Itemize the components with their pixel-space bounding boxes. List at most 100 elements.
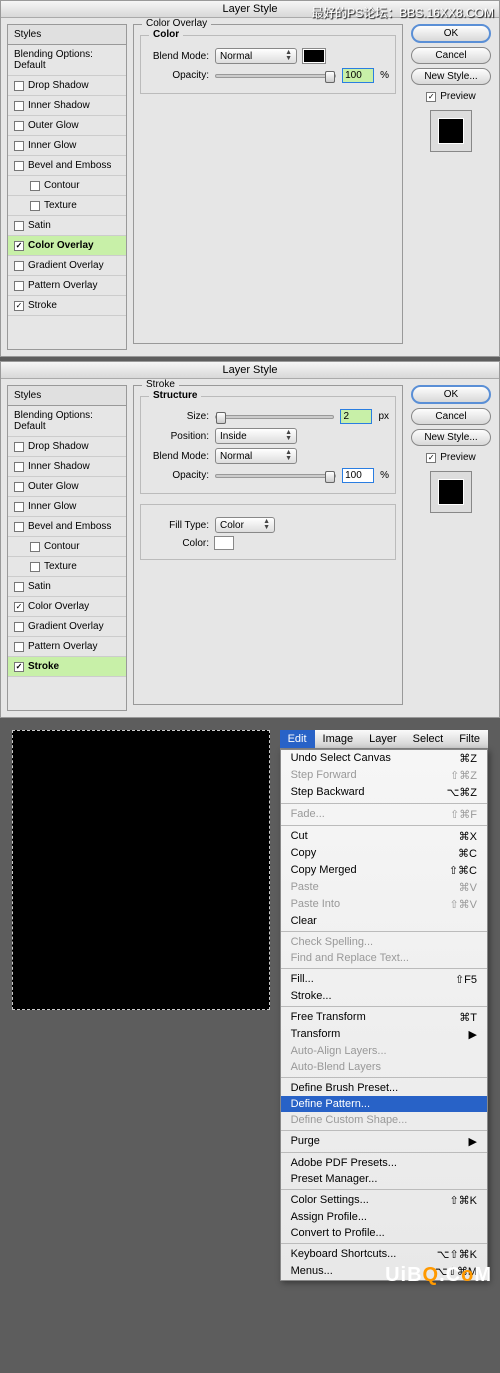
- overlay-color-swatch[interactable]: [303, 49, 325, 63]
- menu-filte[interactable]: Filte: [451, 730, 488, 748]
- position-select[interactable]: Inside▲▼: [215, 428, 297, 444]
- checkbox[interactable]: [14, 582, 24, 592]
- new-style-button[interactable]: New Style...: [411, 429, 491, 446]
- style-item-gradient-overlay[interactable]: Gradient Overlay: [8, 256, 126, 276]
- style-item-pattern-overlay[interactable]: Pattern Overlay: [8, 637, 126, 657]
- style-item-inner-shadow[interactable]: Inner Shadow: [8, 457, 126, 477]
- style-item-inner-glow[interactable]: Inner Glow: [8, 497, 126, 517]
- checkbox[interactable]: [14, 602, 24, 612]
- style-item-contour[interactable]: Contour: [8, 176, 126, 196]
- menu-item-adobe-pdf-presets-[interactable]: Adobe PDF Presets...: [281, 1155, 487, 1171]
- stroke-color-swatch[interactable]: [215, 537, 233, 549]
- menu-edit[interactable]: Edit: [280, 730, 315, 748]
- checkbox[interactable]: [30, 562, 40, 572]
- checkbox[interactable]: [14, 301, 24, 311]
- style-item-inner-glow[interactable]: Inner Glow: [8, 136, 126, 156]
- style-item-bevel-and-emboss[interactable]: Bevel and Emboss: [8, 156, 126, 176]
- checkbox[interactable]: [14, 241, 24, 251]
- preview-checkbox[interactable]: [426, 453, 436, 463]
- cancel-button[interactable]: Cancel: [411, 408, 491, 425]
- style-item-texture[interactable]: Texture: [8, 196, 126, 216]
- blend-mode-select[interactable]: Normal▲▼: [215, 48, 297, 64]
- menu-item-stroke-[interactable]: Stroke...: [281, 988, 487, 1004]
- size-slider[interactable]: [215, 415, 334, 419]
- cancel-button[interactable]: Cancel: [411, 47, 491, 64]
- style-item-contour[interactable]: Contour: [8, 537, 126, 557]
- checkbox[interactable]: [14, 161, 24, 171]
- menu-item-define-brush-preset-[interactable]: Define Brush Preset...: [281, 1080, 487, 1096]
- menu-item-step-backward[interactable]: Step Backward⌥⌘Z: [281, 784, 487, 801]
- style-item-stroke[interactable]: Stroke: [8, 657, 126, 677]
- menu-item-copy-merged[interactable]: Copy Merged⇧⌘C: [281, 862, 487, 879]
- menu-image[interactable]: Image: [315, 730, 362, 748]
- menu-item-convert-to-profile-[interactable]: Convert to Profile...: [281, 1225, 487, 1241]
- checkbox[interactable]: [14, 442, 24, 452]
- menu-select[interactable]: Select: [405, 730, 452, 748]
- checkbox[interactable]: [14, 121, 24, 131]
- menu-item-copy[interactable]: Copy⌘C: [281, 845, 487, 862]
- style-item-outer-glow[interactable]: Outer Glow: [8, 477, 126, 497]
- size-input[interactable]: 2: [340, 409, 372, 424]
- style-item-color-overlay[interactable]: Color Overlay: [8, 597, 126, 617]
- menu-item-free-transform[interactable]: Free Transform⌘T: [281, 1009, 487, 1026]
- new-style-button[interactable]: New Style...: [411, 68, 491, 85]
- menu-item-transform[interactable]: Transform▶: [281, 1026, 487, 1043]
- ok-button[interactable]: OK: [411, 385, 491, 404]
- checkbox[interactable]: [30, 542, 40, 552]
- menu-item-define-pattern-[interactable]: Define Pattern...: [281, 1096, 487, 1112]
- checkbox[interactable]: [30, 181, 40, 191]
- preview-checkbox[interactable]: [426, 92, 436, 102]
- style-item-outer-glow[interactable]: Outer Glow: [8, 116, 126, 136]
- checkbox[interactable]: [14, 462, 24, 472]
- styles-header[interactable]: Styles: [8, 386, 126, 406]
- opacity-input[interactable]: 100: [342, 468, 374, 483]
- styles-header[interactable]: Styles: [8, 25, 126, 45]
- style-item-gradient-overlay[interactable]: Gradient Overlay: [8, 617, 126, 637]
- ok-button[interactable]: OK: [411, 24, 491, 43]
- menu-item-color-settings-[interactable]: Color Settings...⇧⌘K: [281, 1192, 487, 1209]
- opacity-slider[interactable]: [215, 474, 336, 478]
- menu-item-define-custom-shape-: Define Custom Shape...: [281, 1112, 487, 1128]
- style-item-drop-shadow[interactable]: Drop Shadow: [8, 437, 126, 457]
- menu-layer[interactable]: Layer: [361, 730, 405, 748]
- checkbox[interactable]: [14, 141, 24, 151]
- style-item-satin[interactable]: Satin: [8, 577, 126, 597]
- menu-item-label: Find and Replace Text...: [291, 952, 409, 964]
- checkbox[interactable]: [14, 101, 24, 111]
- opacity-slider[interactable]: [215, 74, 336, 78]
- checkbox[interactable]: [14, 221, 24, 231]
- blending-options[interactable]: Blending Options: Default: [8, 45, 126, 76]
- checkbox[interactable]: [14, 522, 24, 532]
- checkbox[interactable]: [14, 502, 24, 512]
- menu-item-purge[interactable]: Purge▶: [281, 1133, 487, 1150]
- checkbox[interactable]: [14, 261, 24, 271]
- menu-item-shortcut: ⇧⌘V: [449, 898, 477, 911]
- checkbox[interactable]: [30, 201, 40, 211]
- opacity-input[interactable]: 100: [342, 68, 374, 83]
- menu-item-keyboard-shortcuts-[interactable]: Keyboard Shortcuts...⌥⇧⌘K: [281, 1246, 487, 1263]
- menu-item-undo-select-canvas[interactable]: Undo Select Canvas⌘Z: [281, 750, 487, 767]
- checkbox[interactable]: [14, 81, 24, 91]
- checkbox[interactable]: [14, 622, 24, 632]
- checkbox[interactable]: [14, 482, 24, 492]
- fill-type-select[interactable]: Color▲▼: [215, 517, 275, 533]
- blend-mode-select[interactable]: Normal▲▼: [215, 448, 297, 464]
- style-item-pattern-overlay[interactable]: Pattern Overlay: [8, 276, 126, 296]
- style-item-color-overlay[interactable]: Color Overlay: [8, 236, 126, 256]
- checkbox[interactable]: [14, 281, 24, 291]
- menu-item-assign-profile-[interactable]: Assign Profile...: [281, 1209, 487, 1225]
- checkbox[interactable]: [14, 642, 24, 652]
- style-item-drop-shadow[interactable]: Drop Shadow: [8, 76, 126, 96]
- blending-options[interactable]: Blending Options: Default: [8, 406, 126, 437]
- checkbox[interactable]: [14, 662, 24, 672]
- menu-item-fill-[interactable]: Fill...⇧F5: [281, 971, 487, 988]
- style-item-satin[interactable]: Satin: [8, 216, 126, 236]
- style-item-stroke[interactable]: Stroke: [8, 296, 126, 316]
- menu-item-cut[interactable]: Cut⌘X: [281, 828, 487, 845]
- menu-item-clear[interactable]: Clear: [281, 913, 487, 929]
- style-item-inner-shadow[interactable]: Inner Shadow: [8, 96, 126, 116]
- canvas-selection[interactable]: [12, 730, 270, 1010]
- menu-item-preset-manager-[interactable]: Preset Manager...: [281, 1171, 487, 1187]
- style-item-bevel-and-emboss[interactable]: Bevel and Emboss: [8, 517, 126, 537]
- style-item-texture[interactable]: Texture: [8, 557, 126, 577]
